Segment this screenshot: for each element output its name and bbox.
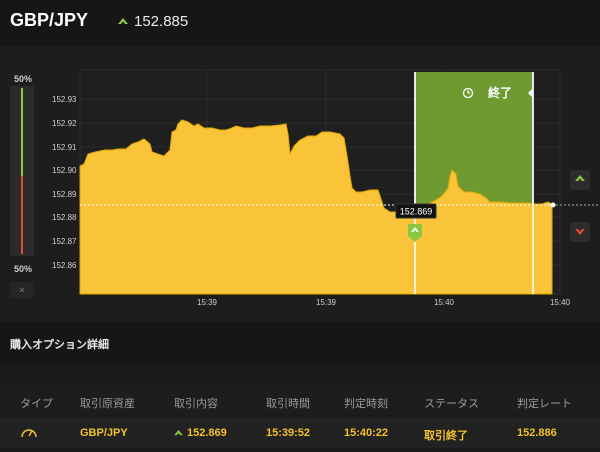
row-asset: GBP/JPY	[80, 427, 128, 439]
high-button[interactable]	[570, 170, 590, 190]
table-header: タイプ 取引原資産 取引内容 取引時間 判定時刻 ステータス 判定レート	[0, 386, 600, 414]
up-arrow-icon	[174, 429, 183, 435]
x-tick: 15:39	[316, 298, 337, 307]
x-tick: 15:40	[550, 298, 571, 307]
column-header: 判定時刻	[344, 398, 388, 410]
y-tick: 152.86	[52, 261, 77, 270]
entry-price-value: 152.869	[400, 207, 433, 217]
y-tick: 152.88	[52, 213, 77, 222]
y-tick: 152.87	[52, 237, 77, 246]
down-chevron-icon	[575, 229, 585, 235]
current-price: 152.885	[118, 13, 188, 30]
x-tick: 15:40	[434, 298, 455, 307]
details-title: 購入オプション詳細	[10, 339, 109, 351]
current-price-value: 152.885	[134, 13, 189, 30]
entry-price-tooltip: 152.869	[395, 203, 437, 219]
pair-title: GBP/JPY	[10, 10, 89, 30]
y-tick: 152.93	[52, 95, 77, 104]
row-trade: 152.869	[174, 427, 227, 439]
header-bar: GBP/JPY 152.885	[0, 0, 600, 46]
y-tick: 152.90	[52, 166, 77, 175]
y-tick: 152.92	[52, 119, 77, 128]
y-axis: 152.93 152.92 152.91 152.90 152.89 152.8…	[52, 95, 77, 270]
y-tick: 152.89	[52, 190, 77, 199]
x-axis: 15:39 15:39 15:40 15:40	[197, 298, 571, 307]
x-tick: 15:39	[197, 298, 218, 307]
up-arrow-icon	[118, 18, 128, 25]
gauge-icon	[20, 425, 38, 442]
current-price-dot	[550, 202, 556, 208]
up-chevron-icon	[575, 175, 585, 181]
table-row[interactable]: GBP/JPY 152.869 15:39:52 15:40:22 取引終了 1…	[0, 418, 600, 448]
row-trade-value: 152.869	[187, 427, 227, 439]
column-header: タイプ	[20, 398, 53, 410]
row-trade-time: 15:39:52	[266, 427, 311, 439]
price-chart: 終了 152.869 152.93 152.92 152.91 152.90 1…	[52, 69, 600, 307]
column-header: 取引時間	[266, 398, 310, 410]
low-button[interactable]	[570, 222, 590, 242]
column-header: 取引原資産	[80, 398, 135, 410]
column-header: 取引内容	[174, 398, 218, 410]
row-judge-time: 15:40:22	[344, 427, 389, 439]
row-judge-rate: 152.886	[517, 427, 557, 439]
column-header: 判定レート	[517, 398, 572, 410]
y-tick: 152.91	[52, 143, 77, 152]
end-label-text: 終了	[488, 85, 512, 100]
column-header: ステータス	[424, 398, 479, 410]
details-bar: 購入オプション詳細	[0, 322, 600, 364]
row-status: 取引終了	[424, 430, 468, 442]
